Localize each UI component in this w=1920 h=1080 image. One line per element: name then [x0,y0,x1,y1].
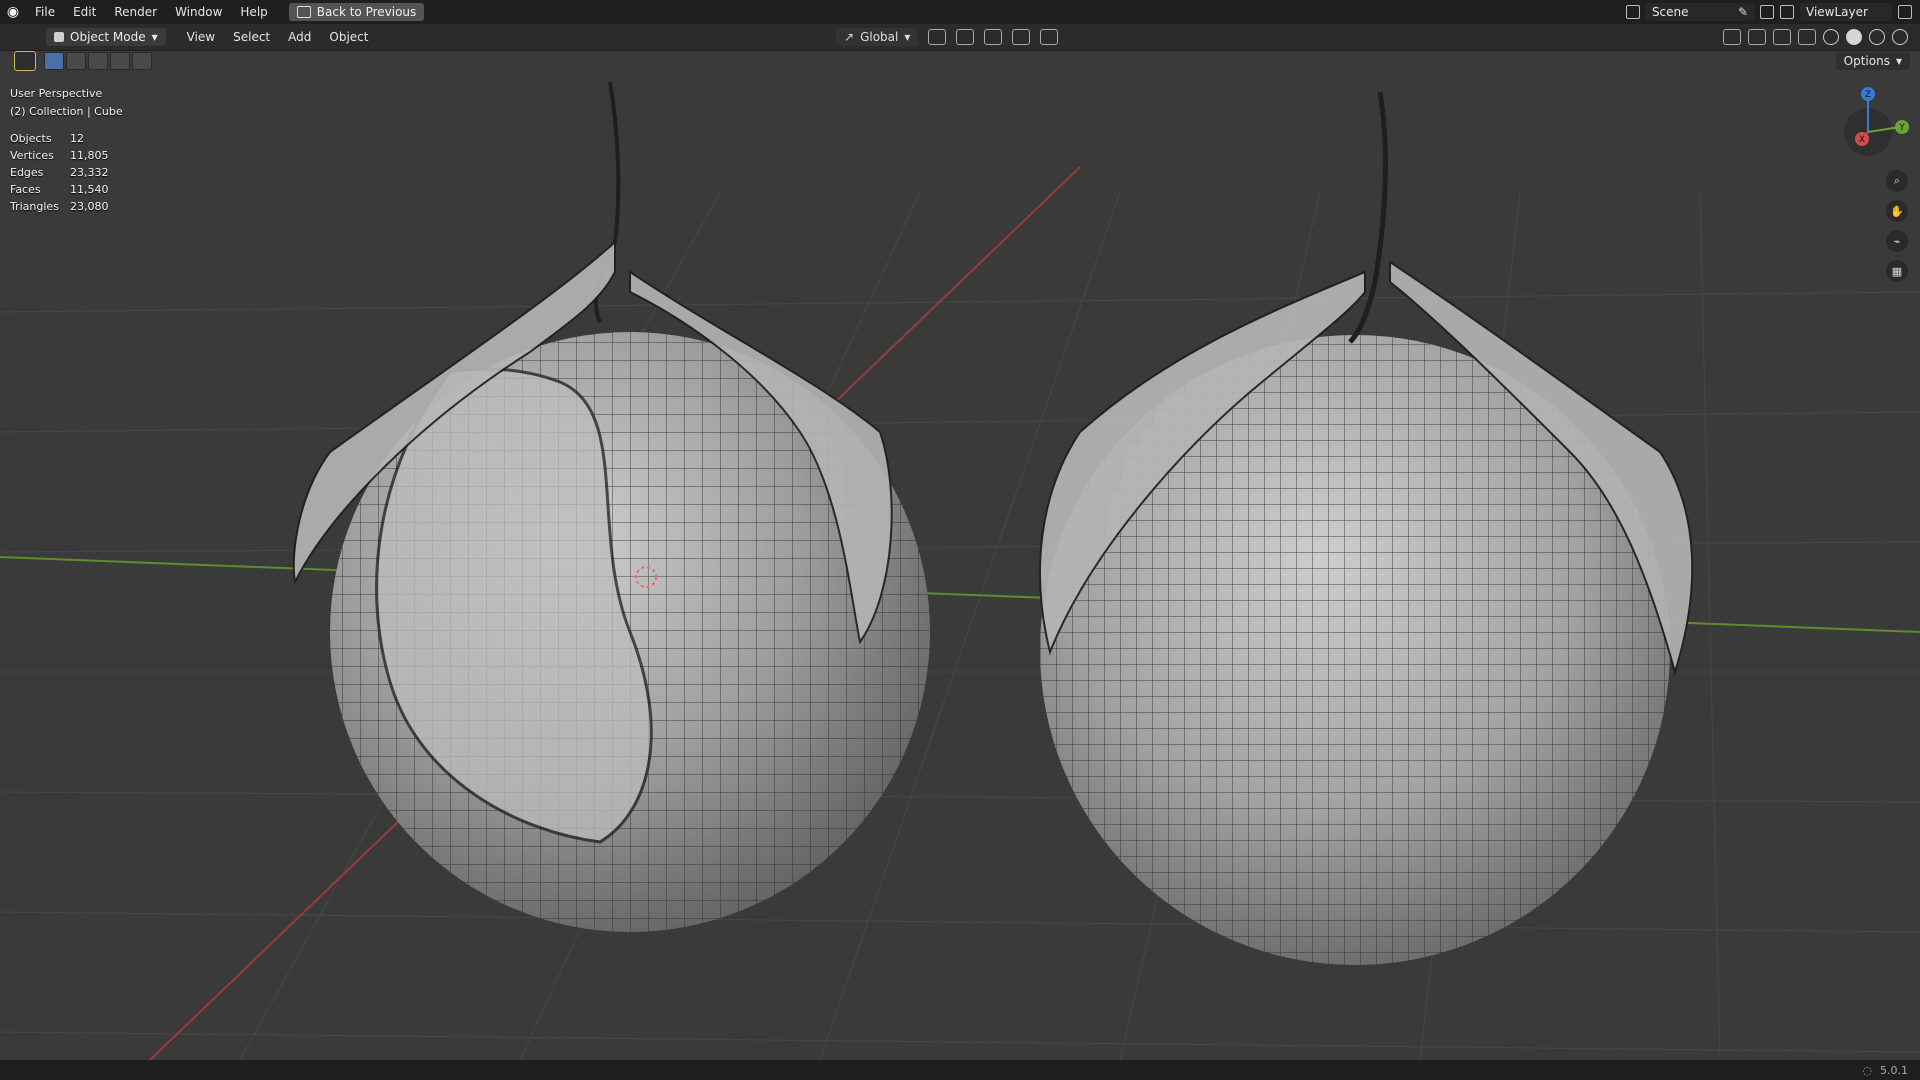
stat-value: 23,332 [70,166,109,179]
select-invert-icon[interactable] [110,52,130,70]
viewport-info: User Perspective (2) Collection | Cube [10,84,123,120]
hand-pan-icon[interactable]: ✋ [1886,200,1908,222]
stat-row: Edges 23,332 [10,164,140,181]
select-tool-button[interactable] [14,51,36,71]
new-scene-icon[interactable] [1760,5,1774,19]
tool-strip: Options ▾ [0,50,1920,72]
options-label: Options [1843,54,1890,68]
stat-value: 11,805 [70,149,109,162]
top-right-controls: Scene ✎ ViewLayer [1625,0,1920,24]
stat-label: Vertices [10,149,54,162]
stat-label: Triangles [10,200,59,213]
solid-shading-icon[interactable] [1846,29,1862,45]
scene-name: Scene [1651,5,1689,19]
object-mode-icon [54,32,64,42]
zoom-icon[interactable]: ⌕ [1886,170,1908,192]
top-menu-bar: ◉ File Edit Render Window Help Back to P… [0,0,1920,24]
viewport-header: Object Mode ▾ View Select Add Object ↗ G… [0,24,1920,51]
mode-selector[interactable]: Object Mode ▾ [46,28,166,46]
menu-view[interactable]: View [178,24,224,50]
stat-label: Faces [10,183,41,196]
viewport-canvas: Z Y X [0,81,1920,1060]
snap-icon[interactable] [956,29,975,45]
back-to-previous-button[interactable]: Back to Previous [288,3,425,21]
falloff-icon[interactable] [1040,29,1059,45]
select-subtract-icon[interactable] [88,52,108,70]
menu-window[interactable]: Window [166,0,231,24]
wireframe-shading-icon[interactable] [1823,29,1839,45]
stat-value: 11,540 [70,183,109,196]
gizmo-y-label: Y [1898,123,1905,133]
chevron-down-icon: ▾ [904,30,911,44]
version-text: 5.0.1 [1880,1063,1908,1077]
select-extend-icon[interactable] [66,52,86,70]
gizmo-x-label: X [1859,135,1865,145]
menu-edit[interactable]: Edit [64,0,105,24]
viewport-menu: View Select Add Object [178,24,378,50]
chevron-down-icon: ▾ [151,30,158,44]
options-button[interactable]: Options ▾ [1835,52,1910,70]
snap-target-icon[interactable] [984,29,1003,45]
scene-icon[interactable] [1625,5,1640,19]
pin-icon[interactable]: ✎ [1738,5,1748,19]
stat-row: Objects 12 [10,130,140,147]
material-shading-icon[interactable] [1869,29,1885,45]
view-layer-icon[interactable] [1780,5,1794,19]
3d-viewport[interactable]: Z Y X User Perspective (2) Collection | … [0,72,1920,1060]
status-bar: ◌ 5.0.1 [0,1060,1920,1080]
scene-statistics: Objects 12 Vertices 11,805 Edges 23,332 … [10,130,140,215]
active-object-text: (2) Collection | Cube [10,104,123,118]
network-icon: ◌ [1862,1063,1872,1077]
transform-tools: ↗ Global ▾ [836,24,1059,50]
mode-label: Object Mode [70,30,146,44]
menu-render[interactable]: Render [105,0,166,24]
navigation-gizmo[interactable]: Z Y X [1844,87,1909,156]
orthographic-toggle-icon[interactable]: ▦ [1886,260,1908,282]
right-apple-stem [1348,91,1388,344]
view-layer-name: ViewLayer [1806,5,1868,19]
stat-value: 12 [70,132,84,145]
view-perspective-text: User Perspective [10,86,103,100]
visibility-icon[interactable] [1723,29,1741,45]
select-intersect-icon[interactable] [132,52,152,70]
camera-view-icon[interactable]: ⌁ [1886,230,1908,252]
stat-label: Objects [10,132,52,145]
stat-label: Edges [10,166,44,179]
scene-selector[interactable]: Scene ✎ [1645,3,1754,21]
rendered-shading-icon[interactable] [1892,29,1908,45]
view-layer-selector[interactable]: ViewLayer [1800,3,1892,21]
chevron-down-icon: ▾ [1895,54,1902,68]
menu-help[interactable]: Help [231,0,276,24]
menu-file[interactable]: File [26,0,64,24]
left-apple-object[interactable] [292,81,930,932]
blender-app: ◉ File Edit Render Window Help Back to P… [0,0,1920,1080]
right-apple-object[interactable] [1039,91,1694,965]
orientation-icon: ↗ [844,30,855,44]
stat-row: Vertices 11,805 [10,147,140,164]
stat-row: Triangles 23,080 [10,198,140,215]
stat-value: 23,080 [70,200,109,213]
menu-select[interactable]: Select [224,24,279,50]
gizmo-toggle-icon[interactable] [1748,29,1766,45]
blender-logo-icon[interactable]: ◉ [0,0,26,24]
xray-toggle-icon[interactable] [1798,29,1816,45]
selection-mode-buttons [44,52,152,70]
overlay-toggle-icon[interactable] [1773,29,1791,45]
screen-icon [296,6,311,18]
transform-orientation-label: Global [860,30,899,44]
menu-object[interactable]: Object [320,24,377,50]
pivot-point-icon[interactable] [928,29,947,45]
menu-add[interactable]: Add [279,24,320,50]
select-new-icon[interactable] [44,52,64,70]
shading-tools [1723,24,1908,50]
proportional-edit-icon[interactable] [1012,29,1031,45]
stat-row: Faces 11,540 [10,181,140,198]
new-view-layer-icon[interactable] [1898,5,1912,19]
transform-orientation-selector[interactable]: ↗ Global ▾ [836,28,919,46]
back-to-previous-label: Back to Previous [316,5,417,19]
gizmo-z-label: Z [1865,90,1871,100]
